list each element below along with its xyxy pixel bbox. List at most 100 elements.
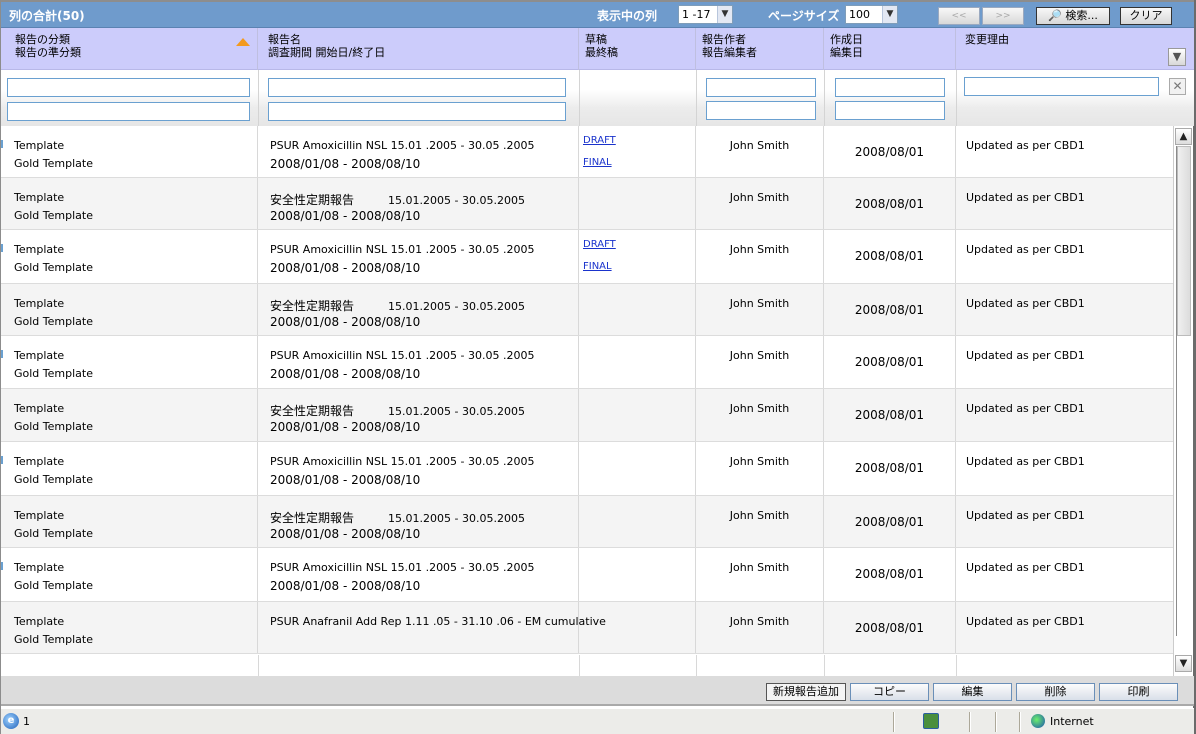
draft-final-cell: DRAFT FINAL [579, 126, 696, 177]
table-row[interactable]: Template Gold Template PSUR Amoxicillin NS… [1, 548, 1173, 602]
draft-final-cell [579, 496, 696, 547]
report-list-window: 列の合計(50) 表示中の列 1 -17 ▼ ページサイズ 100 ▼ << >… [0, 0, 1196, 734]
table-row[interactable]: Template Gold Template PSUR Amoxicillin NS… [1, 336, 1173, 389]
row-marker [1, 244, 3, 252]
category-cell: Template Gold Template [1, 389, 258, 441]
filter-icon[interactable]: ▼ [1168, 48, 1186, 66]
prev-page-button[interactable]: << [938, 7, 980, 25]
reason-cell: Updated as per CBD1 [956, 548, 1173, 601]
table-row[interactable]: Template Gold Template 安全性定期報告 15.01.2005 -… [1, 284, 1173, 336]
add-report-button[interactable]: 新規報告追加 [766, 683, 846, 701]
subcategory-text: Gold Template [14, 633, 93, 646]
draft-link[interactable]: DRAFT [583, 239, 616, 250]
final-link[interactable]: FINAL [583, 261, 612, 272]
clear-button[interactable]: クリア [1120, 7, 1172, 25]
header-label: 変更理由 [965, 33, 1009, 46]
scroll-down-icon[interactable]: ▼ [1175, 655, 1192, 672]
sort-ascending-icon[interactable] [236, 38, 250, 46]
delete-button[interactable]: 削除 [1016, 683, 1095, 701]
draft-final-cell [579, 442, 696, 495]
category-text: Template [14, 509, 65, 522]
copy-button[interactable]: コピー [850, 683, 929, 701]
date-cell: 2008/08/01 [824, 336, 956, 388]
header-category[interactable]: 報告の分類 報告の準分類 [1, 28, 258, 70]
report-name-jp: 安全性定期報告 [270, 299, 355, 313]
header-author[interactable]: 報告作者 報告編集者 [696, 28, 824, 70]
edit-button[interactable]: 編集 [933, 683, 1012, 701]
scroll-up-icon[interactable]: ▲ [1175, 128, 1192, 145]
header-report-name[interactable]: 報告名 調査期間 開始日/終了日 [258, 28, 579, 70]
table-row[interactable]: Template Gold Template PSUR Amoxicillin NS… [1, 442, 1173, 496]
table-row[interactable]: Template Gold Template PSUR Amoxicillin NS… [1, 230, 1173, 284]
period-text: 2008/01/08 - 2008/08/10 [270, 420, 421, 434]
period-filter-input[interactable] [268, 102, 566, 121]
report-name-jp: 安全性定期報告 [270, 511, 355, 525]
visible-columns-label: 表示中の列 [597, 9, 658, 23]
next-page-button[interactable]: >> [982, 7, 1024, 25]
report-name-cell: PSUR Amoxicillin NSL 15.01 .2005 - 30.05… [258, 126, 579, 177]
draft-final-cell [579, 178, 696, 229]
date-text: 2008/08/01 [854, 621, 925, 635]
table-row[interactable]: Template Gold Template PSUR Amoxicillin NS… [1, 126, 1173, 178]
final-link[interactable]: FINAL [583, 157, 612, 168]
reason-cell: Updated as per CBD1 [956, 284, 1173, 335]
author-cell: John Smith [696, 178, 824, 229]
header-reason[interactable]: 変更理由 [956, 28, 1194, 70]
editor-filter-input[interactable] [706, 101, 816, 120]
report-name-filter-input[interactable] [268, 78, 566, 97]
table-row[interactable]: Template Gold Template PSUR Anafranil Add … [1, 602, 1173, 654]
author-text: John Smith [729, 243, 790, 256]
subcategory-filter-input[interactable] [7, 102, 250, 121]
report-name-text: 15.01.2005 - 30.05.2005 [388, 405, 525, 418]
period-text: 2008/01/08 - 2008/08/10 [270, 261, 421, 275]
divider [579, 70, 580, 126]
period-text: 2008/01/08 - 2008/08/10 [270, 367, 421, 381]
subcategory-text: Gold Template [14, 209, 93, 222]
reason-cell: Updated as per CBD1 [956, 496, 1173, 547]
date-text: 2008/08/01 [854, 197, 925, 211]
ie-page-icon: e [3, 713, 19, 729]
reason-text: Updated as per CBD1 [966, 139, 1085, 152]
reason-text: Updated as per CBD1 [966, 297, 1085, 310]
divider [893, 712, 895, 732]
divider [824, 70, 825, 126]
header-dates[interactable]: 作成日 編集日 [824, 28, 956, 70]
date-text: 2008/08/01 [854, 461, 925, 475]
header-label: 作成日 [830, 33, 863, 46]
column-header-row: 報告の分類 報告の準分類 報告名 調査期間 開始日/終了日 草稿 最終稿 報告作… [1, 28, 1194, 70]
security-icon[interactable] [923, 713, 939, 729]
visible-columns-value: 1 -17 [682, 8, 711, 21]
print-button[interactable]: 印刷 [1099, 683, 1178, 701]
author-filter-input[interactable] [706, 78, 816, 97]
draft-final-cell [579, 602, 696, 653]
search-button[interactable]: 🔎 検索... [1036, 7, 1110, 25]
table-row[interactable]: Template Gold Template 安全性定期報告 15.01.2005 -… [1, 178, 1173, 230]
author-cell: John Smith [696, 230, 824, 283]
category-cell: Template Gold Template [1, 126, 258, 177]
page-size-select[interactable]: 100 ▼ [845, 5, 898, 24]
author-cell: John Smith [696, 389, 824, 441]
report-name-jp: 安全性定期報告 [270, 404, 355, 418]
created-date-filter-input[interactable] [835, 78, 945, 97]
category-text: Template [14, 402, 65, 415]
author-cell: John Smith [696, 284, 824, 335]
divider [956, 70, 957, 126]
header-draft-final[interactable]: 草稿 最終稿 [579, 28, 696, 70]
category-cell: Template Gold Template [1, 178, 258, 229]
category-filter-input[interactable] [7, 78, 250, 97]
report-name-text: 15.01.2005 - 30.05.2005 [388, 300, 525, 313]
report-name-text: PSUR Anafranil Add Rep 1.11 .05 - 31.10 … [270, 615, 606, 628]
category-text: Template [14, 615, 65, 628]
vertical-scrollbar[interactable]: ▲ ▼ [1173, 126, 1193, 676]
clear-filter-icon[interactable]: ✕ [1169, 78, 1186, 95]
period-text: 2008/01/08 - 2008/08/10 [270, 579, 421, 593]
chevron-down-icon: ▼ [882, 6, 897, 23]
draft-link[interactable]: DRAFT [583, 135, 616, 146]
table-row[interactable]: Template Gold Template 安全性定期報告 15.01.2005 -… [1, 496, 1173, 548]
subcategory-text: Gold Template [14, 420, 93, 433]
edited-date-filter-input[interactable] [835, 101, 945, 120]
table-row[interactable]: Template Gold Template 安全性定期報告 15.01.2005 -… [1, 389, 1173, 442]
scroll-thumb[interactable] [1177, 146, 1191, 336]
visible-columns-select[interactable]: 1 -17 ▼ [678, 5, 733, 24]
reason-filter-input[interactable] [964, 77, 1159, 96]
